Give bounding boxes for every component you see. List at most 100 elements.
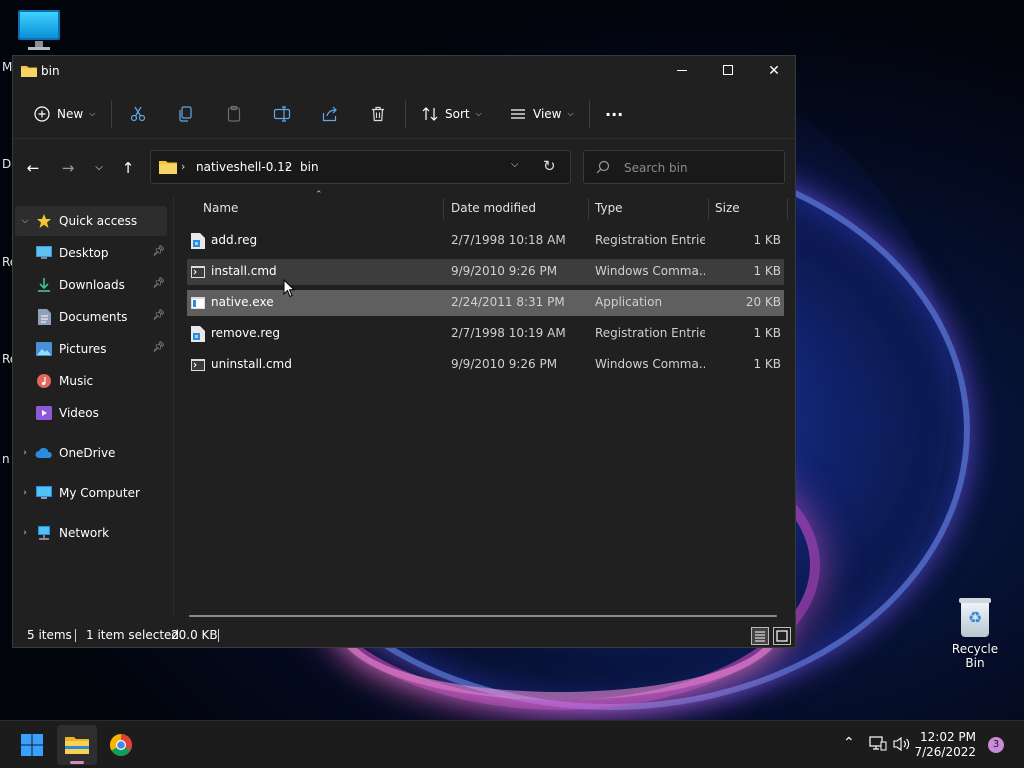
nav-item-my-computer[interactable]: › My Computer <box>15 478 167 508</box>
document-icon <box>35 309 53 325</box>
taskbar-file-explorer[interactable] <box>57 725 97 765</box>
desktop-recycle-bin[interactable]: ♻ Recycle Bin <box>942 596 1008 670</box>
nav-item-label: OneDrive <box>59 446 116 460</box>
column-header-date[interactable]: Date modified <box>451 196 583 222</box>
start-button[interactable] <box>12 725 52 765</box>
file-row[interactable]: remove.reg 2/7/1998 10:19 AM Registratio… <box>187 321 784 347</box>
paste-button[interactable] <box>225 100 243 128</box>
computer-icon <box>35 485 53 501</box>
column-divider[interactable] <box>708 198 709 220</box>
maximize-button[interactable] <box>705 56 751 86</box>
search-input[interactable] <box>624 159 774 177</box>
file-type: Registration Entries <box>595 326 705 340</box>
show-hidden-icons-icon[interactable]: ⌃ <box>843 735 855 751</box>
cut-button[interactable] <box>129 100 147 128</box>
taskbar: ⌃ 12:02 PM 7/26/2022 3 <box>0 720 1024 768</box>
column-divider[interactable] <box>787 198 788 220</box>
breadcrumb-segment[interactable]: bin <box>300 160 319 174</box>
clock-time: 12:02 PM <box>920 730 976 744</box>
maximize-icon <box>723 65 733 75</box>
desktop-this-pc-icon[interactable] <box>18 10 60 50</box>
nav-item-pictures[interactable]: Pictures 📌︎ <box>35 334 167 364</box>
volume-icon[interactable] <box>893 736 911 752</box>
selection-count: 1 item selected <box>86 628 180 642</box>
nav-item-label: Videos <box>59 406 99 420</box>
folder-icon <box>21 66 37 77</box>
column-divider[interactable] <box>588 198 589 220</box>
file-type: Application <box>595 295 663 309</box>
pin-icon: 📌︎ <box>152 246 165 257</box>
star-icon <box>35 213 53 229</box>
recent-locations-button[interactable]: ⌵ <box>88 157 110 179</box>
nav-item-network[interactable]: › Network <box>15 518 167 548</box>
share-button[interactable] <box>321 100 339 128</box>
title-bar[interactable]: bin ✕ <box>13 56 795 86</box>
file-date: 2/7/1998 10:19 AM <box>451 326 566 340</box>
horizontal-scrollbar[interactable] <box>189 615 777 617</box>
status-bar: 5 items 1 item selected 20.0 KB <box>13 624 795 648</box>
forward-button[interactable]: → <box>57 157 79 179</box>
rename-button[interactable] <box>273 100 291 128</box>
chevron-right-icon[interactable]: › <box>15 488 35 498</box>
chevron-right-icon[interactable]: › <box>15 528 35 538</box>
nav-item-music[interactable]: Music <box>35 366 167 396</box>
item-count: 5 items <box>27 628 72 642</box>
nav-item-label: Downloads <box>59 278 125 292</box>
column-header-name[interactable]: Name <box>203 196 441 222</box>
pin-icon: 📌︎ <box>152 310 165 321</box>
toolbar-separator <box>13 138 795 139</box>
chevron-right-icon[interactable]: › <box>15 448 35 458</box>
details-view-icon <box>755 631 765 642</box>
system-clock[interactable]: 12:02 PM 7/26/2022 <box>912 730 976 760</box>
desktop-icon <box>35 245 53 261</box>
file-row[interactable]: add.reg 2/7/1998 10:18 AM Registration E… <box>187 228 784 254</box>
tiles-view-icon <box>776 630 788 642</box>
up-button[interactable]: ↑ <box>117 157 139 179</box>
address-bar[interactable]: › nativeshell-0.12 › bin ⌵ ↻ <box>150 150 571 184</box>
nav-item-label: Documents <box>59 310 128 324</box>
search-box[interactable] <box>583 150 785 184</box>
file-row[interactable]: uninstall.cmd 9/9/2010 9:26 PM Windows C… <box>187 352 784 378</box>
nav-item-downloads[interactable]: Downloads 📌︎ <box>35 270 167 300</box>
details-view-button[interactable] <box>751 627 769 645</box>
window-title: bin <box>41 64 60 78</box>
address-dropdown-icon[interactable]: ⌵ <box>511 159 519 170</box>
tiles-view-button[interactable] <box>773 627 791 645</box>
file-name: add.reg <box>211 233 258 247</box>
file-row[interactable]: install.cmd 9/9/2010 9:26 PM Windows Com… <box>187 259 784 285</box>
recycle-bin-icon: ♻ <box>957 596 993 638</box>
notification-badge[interactable]: 3 <box>988 737 1004 753</box>
network-status-icon[interactable] <box>869 736 887 752</box>
column-header-size[interactable]: Size <box>715 196 785 222</box>
file-row[interactable]: native.exe 2/24/2011 8:31 PM Application… <box>187 290 784 316</box>
column-header-type[interactable]: Type <box>595 196 705 222</box>
nav-item-desktop[interactable]: Desktop 📌︎ <box>35 238 167 268</box>
taskbar-chrome[interactable] <box>101 725 141 765</box>
back-button[interactable]: ← <box>22 157 44 179</box>
nav-item-videos[interactable]: Videos <box>35 398 167 428</box>
nav-item-documents[interactable]: Documents 📌︎ <box>35 302 167 332</box>
nav-item-label: Network <box>59 526 110 540</box>
column-divider[interactable] <box>443 198 444 220</box>
reg-file-icon <box>191 233 205 249</box>
delete-button[interactable] <box>369 100 387 128</box>
breadcrumb-separator-icon: › <box>181 160 186 173</box>
minimize-button[interactable] <box>659 56 705 86</box>
copy-button[interactable] <box>177 100 195 128</box>
view-button[interactable]: View ⌵ <box>509 100 574 128</box>
pin-icon: 📌︎ <box>152 342 165 353</box>
cmd-file-icon <box>191 359 205 371</box>
sort-button[interactable]: Sort ⌵ <box>421 100 482 128</box>
close-icon: ✕ <box>768 63 780 79</box>
chevron-down-icon[interactable]: ⌵ <box>15 216 35 226</box>
close-button[interactable]: ✕ <box>751 56 797 86</box>
windows-logo-icon <box>21 734 43 756</box>
more-options-button[interactable]: ··· <box>605 100 623 128</box>
file-size: 1 KB <box>753 357 781 371</box>
view-lines-icon <box>511 109 525 119</box>
nav-item-onedrive[interactable]: › OneDrive <box>15 438 167 468</box>
new-button[interactable]: New ⌵ <box>33 100 95 128</box>
nav-item-quick-access[interactable]: ⌵ Quick access <box>15 206 167 236</box>
refresh-icon[interactable]: ↻ <box>543 157 556 175</box>
breadcrumb-segment[interactable]: nativeshell-0.12 <box>196 160 292 174</box>
